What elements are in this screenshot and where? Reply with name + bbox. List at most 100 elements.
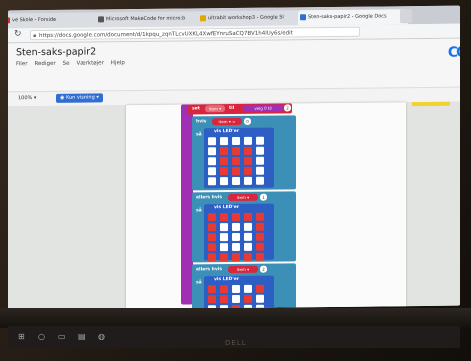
led-cell[interactable] (232, 252, 240, 262)
led-cell[interactable] (244, 136, 252, 145)
led-cell[interactable] (220, 213, 228, 222)
led-cell[interactable] (232, 176, 240, 186)
led-cell[interactable] (244, 242, 252, 251)
led-cell[interactable] (232, 212, 240, 222)
docs-icon (300, 14, 306, 21)
laptop-screen: ve Skole - Forside × Microsoft MakeCode … (8, 5, 460, 311)
reload-icon[interactable]: ↻ (14, 29, 22, 39)
tab-docs[interactable]: Sten-saks-papir2 - Google Docs × (298, 9, 408, 26)
lock-icon: ▪ (33, 33, 37, 40)
led-cell[interactable] (232, 156, 240, 166)
document-title[interactable]: Sten-saks-papir2 (16, 46, 96, 58)
led-cell[interactable] (232, 146, 240, 156)
tab-makecode[interactable]: Microsoft MakeCode for micro:b × (96, 11, 206, 28)
led-cell[interactable] (256, 136, 264, 145)
led-cell[interactable] (208, 213, 216, 222)
search-icon[interactable]: ○ (38, 332, 45, 341)
docs-header: Sten-saks-papir2 Filer Rediger Se Værktø… (8, 38, 460, 108)
led-cell[interactable] (220, 157, 228, 166)
led-cell[interactable] (244, 222, 252, 231)
led-cell[interactable] (220, 243, 228, 252)
led-cell[interactable] (232, 166, 240, 176)
led-cell[interactable] (208, 233, 216, 242)
led-cell[interactable] (220, 233, 228, 242)
led-cell[interactable] (232, 136, 240, 146)
url-field[interactable]: ▪ https://docs.google.com/document/d/1kp… (30, 26, 360, 41)
led-cell[interactable] (256, 252, 264, 261)
number-input: 1 (260, 193, 267, 201)
makecode-icon (98, 16, 104, 23)
led-cell[interactable] (244, 156, 252, 165)
menu-bar: Filer Rediger Se Værktøjer Hjelp (16, 60, 125, 67)
condition-pill: item ▾ = (212, 117, 242, 126)
led-cell[interactable] (220, 253, 228, 262)
number-input: 2 (260, 265, 267, 273)
site-icon (8, 17, 10, 24)
view-mode-button[interactable]: ◉ Kun visning ▾ (56, 93, 103, 103)
led-cell[interactable] (208, 137, 216, 146)
led-cell[interactable] (244, 294, 252, 303)
led-cell[interactable] (244, 252, 252, 261)
led-cell[interactable] (208, 295, 216, 304)
number-input: 0 (244, 117, 251, 125)
led-cell[interactable] (208, 223, 216, 232)
new-tab-button[interactable] (400, 9, 412, 24)
led-cell[interactable] (232, 232, 240, 242)
led-cell[interactable] (256, 232, 264, 241)
number-input: 2 (284, 104, 291, 112)
led-cell[interactable] (256, 166, 264, 175)
led-cell[interactable] (220, 177, 228, 186)
led-cell[interactable] (244, 232, 252, 241)
task-view-icon[interactable]: ▭ (58, 332, 66, 341)
led-cell[interactable] (220, 285, 228, 294)
led-cell[interactable] (208, 177, 216, 186)
led-cell[interactable] (256, 294, 264, 303)
led-cell[interactable] (244, 284, 252, 293)
led-cell[interactable] (244, 146, 252, 155)
tab-skole[interactable]: ve Skole - Forside × (8, 12, 104, 29)
zoom-select[interactable]: 100% ▾ (18, 95, 36, 101)
led-cell[interactable] (256, 212, 264, 221)
menu-edit[interactable]: Rediger (34, 61, 55, 67)
led-cell[interactable] (256, 242, 264, 251)
led-cell[interactable] (208, 285, 216, 294)
led-cell[interactable] (244, 212, 252, 221)
led-cell[interactable] (256, 176, 264, 185)
led-cell[interactable] (220, 167, 228, 176)
led-cell[interactable] (208, 167, 216, 176)
led-cell[interactable] (256, 284, 264, 293)
condition-pill: item ▾ (228, 265, 258, 274)
led-cell[interactable] (220, 223, 228, 232)
menu-help[interactable]: Hjelp (111, 60, 125, 66)
show-leds-block-2: vis LED'er (204, 203, 274, 262)
led-cell[interactable] (256, 146, 264, 155)
tab-slides[interactable]: ultrabit workshop3 - Google Sl × (198, 10, 306, 27)
led-cell[interactable] (244, 176, 252, 185)
led-cell[interactable] (232, 294, 240, 304)
file-explorer-icon[interactable]: ▤ (78, 332, 86, 341)
led-cell[interactable] (220, 147, 228, 156)
slides-icon (200, 15, 206, 22)
led-cell[interactable] (208, 157, 216, 166)
led-cell[interactable] (232, 242, 240, 252)
menu-view[interactable]: Se (63, 61, 70, 67)
led-cell[interactable] (208, 147, 216, 156)
led-cell[interactable] (232, 222, 240, 232)
windows-start-icon[interactable]: ⊞ (18, 332, 25, 341)
led-cell[interactable] (208, 253, 216, 262)
chrome-icon[interactable]: ◍ (98, 332, 105, 341)
menu-tools[interactable]: Værktøjer (76, 60, 103, 66)
variable-pill: item ▾ (205, 105, 225, 113)
led-cell[interactable] (244, 166, 252, 175)
led-cell[interactable] (232, 284, 240, 294)
condition-pill: item ▾ (228, 193, 258, 202)
led-cell[interactable] (256, 156, 264, 165)
show-leds-block-1: vis LED'er (204, 127, 274, 189)
led-cell[interactable] (220, 137, 228, 146)
account-avatar[interactable]: CO (448, 45, 460, 61)
led-cell[interactable] (256, 222, 264, 231)
comment-marker[interactable] (412, 101, 450, 107)
menu-file[interactable]: Filer (16, 61, 27, 67)
led-cell[interactable] (220, 295, 228, 304)
led-cell[interactable] (208, 243, 216, 252)
